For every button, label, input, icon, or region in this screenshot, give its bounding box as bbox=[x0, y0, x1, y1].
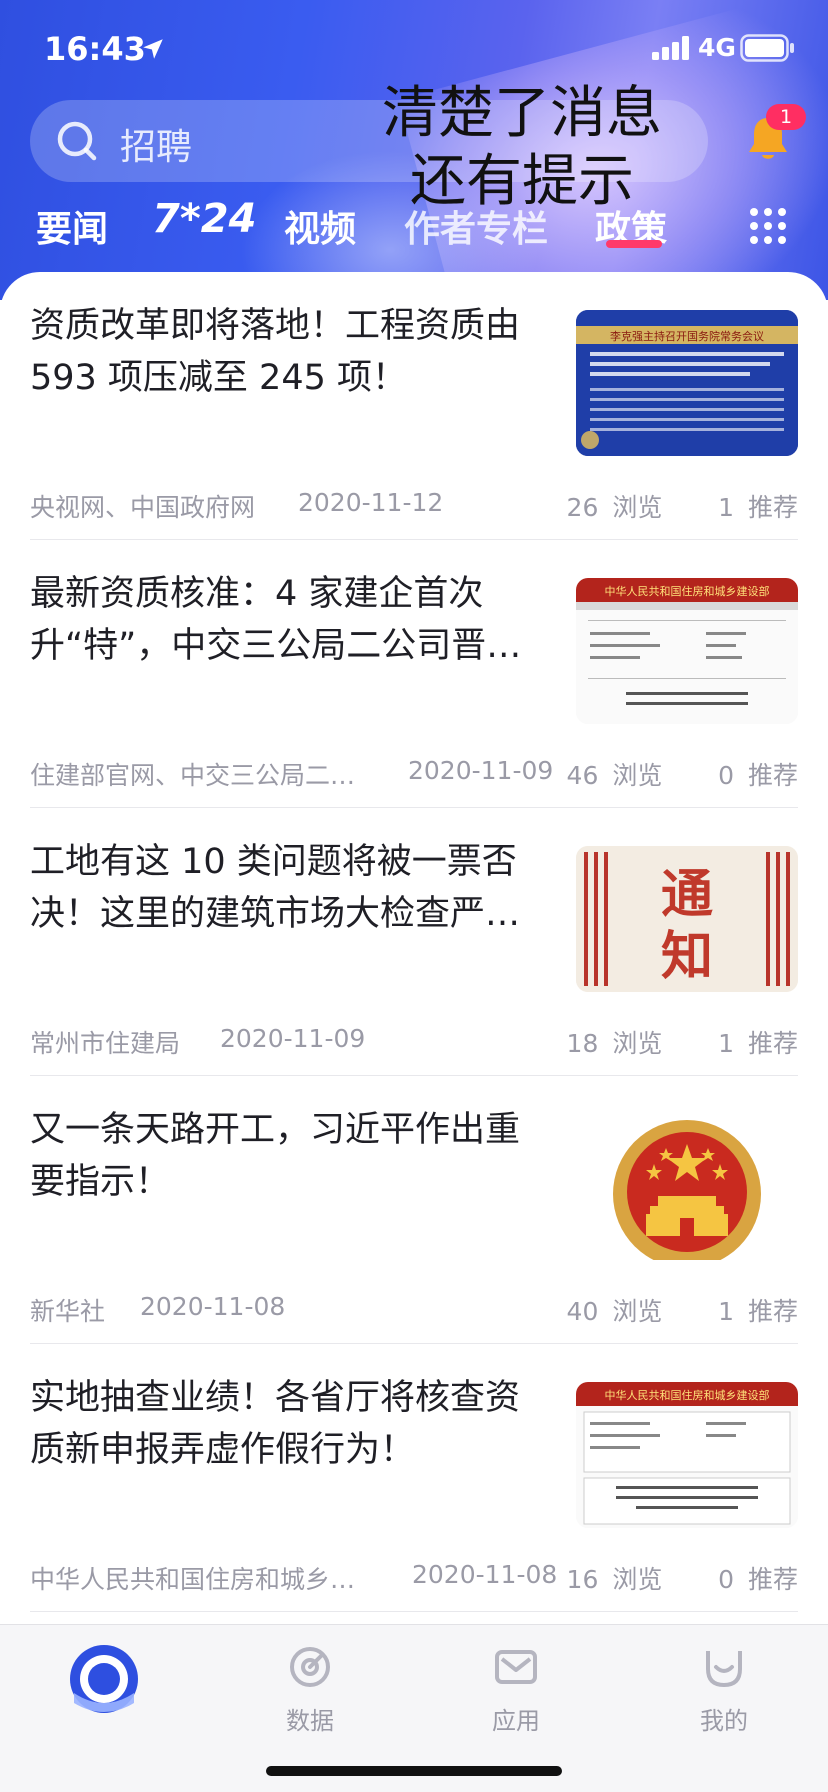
news-views-count: 16 bbox=[566, 1565, 599, 1594]
nav-data-label: 数据 bbox=[286, 1707, 334, 1735]
news-thumbnail-graphic: 李克强主持召开国务院常务会议 bbox=[576, 310, 798, 456]
news-recommend-count: 0 bbox=[718, 761, 735, 790]
nav-profile-label: 我的 bbox=[700, 1707, 748, 1735]
news-thumbnail-caption: 中华人民共和国住房和城乡建设部 bbox=[605, 584, 770, 598]
news-meta: 住建部官网、中交三公局二… 2020-11-09 46 浏览 0 推荐 bbox=[30, 756, 798, 790]
mail-app-icon bbox=[495, 1650, 537, 1684]
active-tab-indicator bbox=[606, 240, 662, 248]
news-item[interactable]: 工地有这 10 类问题将被一票否决！这里的建筑市场大检查严… 通 知 常州市住建… bbox=[30, 808, 798, 1076]
news-stats: 26 浏览 1 推荐 bbox=[567, 488, 798, 524]
news-views-count: 18 bbox=[566, 1029, 599, 1058]
news-views-label: 浏览 bbox=[612, 1565, 663, 1594]
news-views-label: 浏览 bbox=[612, 1029, 663, 1058]
news-source: 住建部官网、中交三公局二… bbox=[30, 761, 356, 790]
news-views-count: 26 bbox=[566, 493, 599, 522]
news-meta: 央视网、中国政府网 2020-11-12 26 浏览 1 推荐 bbox=[30, 488, 798, 522]
notice-char-2: 知 bbox=[661, 927, 713, 987]
news-recommend-count: 0 bbox=[718, 1565, 735, 1594]
news-recommend-count: 1 bbox=[718, 1297, 735, 1326]
status-time: 16:43 bbox=[44, 30, 146, 68]
more-categories-grid-icon[interactable] bbox=[748, 206, 788, 246]
news-date: 2020-11-09 bbox=[408, 756, 554, 785]
news-views-count: 46 bbox=[566, 761, 599, 790]
news-date: 2020-11-08 bbox=[140, 1292, 286, 1321]
news-views-count: 40 bbox=[566, 1297, 599, 1326]
news-thumbnail-graphic: 中华人民共和国住房和城乡建设部 bbox=[576, 1382, 798, 1528]
news-thumbnail bbox=[576, 1114, 798, 1260]
news-date: 2020-11-08 bbox=[412, 1560, 558, 1589]
news-divider bbox=[30, 1611, 798, 1612]
news-views-label: 浏览 bbox=[612, 761, 663, 790]
news-item[interactable]: 实地抽查业绩！各省厅将核查资质新申报弄虚作假行为！ 中华人民共和国住房和城乡建设… bbox=[30, 1344, 798, 1612]
nav-data[interactable]: 数据 bbox=[250, 1643, 370, 1753]
battery-icon bbox=[740, 34, 794, 62]
tab-7x24[interactable]: 7*24 bbox=[152, 196, 256, 242]
cellular-signal-icon bbox=[652, 36, 689, 60]
news-stats: 16 浏览 0 推荐 bbox=[567, 1560, 798, 1596]
overlay-annotation: 清楚了消息还有提示 bbox=[382, 81, 662, 214]
news-recommend-label: 推荐 bbox=[747, 1565, 798, 1594]
location-arrow-icon bbox=[143, 39, 163, 59]
news-meta: 中华人民共和国住房和城乡… 2020-11-08 16 浏览 0 推荐 bbox=[30, 1560, 798, 1594]
news-source: 央视网、中国政府网 bbox=[30, 493, 256, 522]
national-emblem-graphic bbox=[576, 1114, 798, 1260]
news-recommend-count: 1 bbox=[718, 1029, 735, 1058]
notification-badge: 1 bbox=[766, 104, 806, 130]
news-thumbnail: 通 知 bbox=[576, 846, 798, 992]
news-source: 新华社 bbox=[30, 1297, 106, 1326]
news-item[interactable]: 又一条天路开工，习近平作出重要指示！ 新华社 2020-11-08 40 浏览 … bbox=[30, 1076, 798, 1344]
search-icon bbox=[57, 121, 97, 161]
news-stats: 18 浏览 1 推荐 bbox=[567, 1024, 798, 1060]
news-recommend-label: 推荐 bbox=[747, 761, 798, 790]
profile-smile-icon bbox=[706, 1651, 742, 1687]
nav-profile[interactable]: 我的 bbox=[664, 1643, 784, 1753]
news-date: 2020-11-09 bbox=[220, 1024, 366, 1053]
nav-apps-label: 应用 bbox=[492, 1707, 540, 1735]
news-recommend-label: 推荐 bbox=[747, 1029, 798, 1058]
network-type: 4G bbox=[698, 33, 736, 62]
news-thumbnail-graphic: 中华人民共和国住房和城乡建设部 bbox=[576, 578, 798, 724]
news-thumbnail-caption: 李克强主持召开国务院常务会议 bbox=[610, 329, 764, 343]
news-date: 2020-11-12 bbox=[298, 488, 444, 517]
tab-video[interactable]: 视频 bbox=[284, 200, 356, 252]
nav-home[interactable] bbox=[44, 1643, 164, 1753]
news-recommend-label: 推荐 bbox=[747, 1297, 798, 1326]
news-item[interactable]: 资质改革即将落地！工程资质由 593 项压减至 245 项！ 李克强主持召开国务… bbox=[30, 272, 798, 540]
news-title: 实地抽查业绩！各省厅将核查资质新申报弄虚作假行为！ bbox=[30, 1378, 521, 1470]
news-title: 工地有这 10 类问题将被一票否决！这里的建筑市场大检查严… bbox=[30, 842, 521, 934]
nav-apps[interactable]: 应用 bbox=[456, 1643, 576, 1753]
news-item[interactable]: 最新资质核准：4 家建企首次升“特”，中交三公局二公司晋… 中华人民共和国住房和… bbox=[30, 540, 798, 808]
news-title: 资质改革即将落地！工程资质由 593 项压减至 245 项！ bbox=[30, 306, 521, 398]
news-thumbnail: 中华人民共和国住房和城乡建设部 bbox=[576, 578, 798, 724]
news-meta: 常州市住建局 2020-11-09 18 浏览 1 推荐 bbox=[30, 1024, 798, 1058]
news-feed: 资质改革即将落地！工程资质由 593 项压减至 245 项！ 李克强主持召开国务… bbox=[0, 272, 828, 1624]
news-meta: 新华社 2020-11-08 40 浏览 1 推荐 bbox=[30, 1292, 798, 1326]
news-thumbnail-caption: 中华人民共和国住房和城乡建设部 bbox=[605, 1388, 770, 1402]
news-stats: 46 浏览 0 推荐 bbox=[567, 756, 798, 792]
news-stats: 40 浏览 1 推荐 bbox=[567, 1292, 798, 1328]
tab-headlines[interactable]: 要闻 bbox=[36, 200, 108, 252]
news-views-label: 浏览 bbox=[612, 1297, 663, 1326]
news-title: 又一条天路开工，习近平作出重要指示！ bbox=[30, 1110, 521, 1202]
data-dial-icon bbox=[290, 1647, 330, 1687]
news-thumbnail: 李克强主持召开国务院常务会议 bbox=[576, 310, 798, 456]
news-thumbnail: 中华人民共和国住房和城乡建设部 bbox=[576, 1382, 798, 1528]
news-views-label: 浏览 bbox=[612, 493, 663, 522]
news-source: 常州市住建局 bbox=[30, 1029, 181, 1058]
news-title: 最新资质核准：4 家建企首次升“特”，中交三公局二公司晋… bbox=[30, 574, 522, 666]
news-recommend-count: 1 bbox=[718, 493, 735, 522]
news-source: 中华人民共和国住房和城乡… bbox=[30, 1565, 356, 1594]
notice-char-1: 通 bbox=[661, 865, 713, 925]
home-indicator bbox=[266, 1766, 562, 1776]
home-logo-icon bbox=[70, 1645, 138, 1713]
search-placeholder: 招聘 bbox=[120, 127, 193, 168]
news-recommend-label: 推荐 bbox=[747, 493, 798, 522]
news-thumbnail-graphic: 通 知 bbox=[576, 846, 798, 992]
